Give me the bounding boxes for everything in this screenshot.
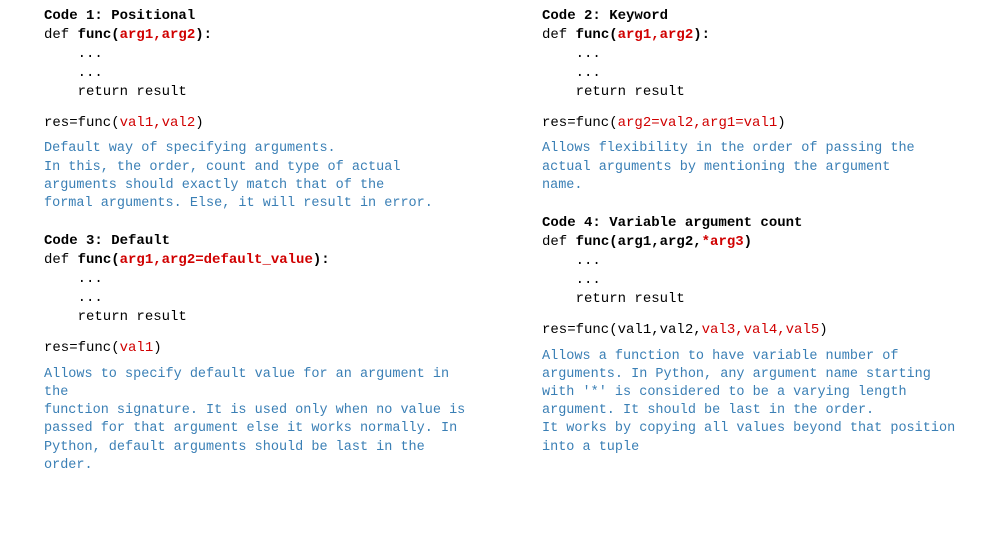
code3-call-suffix: ) bbox=[153, 340, 161, 356]
code2-block: Code 2: Keyword def func(arg1,arg2): ...… bbox=[514, 8, 984, 195]
code3-call: res=func(val1) bbox=[44, 339, 478, 358]
code4-close: ) bbox=[744, 234, 752, 250]
code4-body1: ... bbox=[542, 252, 976, 271]
code4-def-kw: def bbox=[542, 234, 576, 250]
code1-def-kw: def bbox=[44, 27, 78, 43]
code4-body3: return result bbox=[542, 290, 976, 309]
code3-fn-name: func bbox=[78, 252, 112, 268]
code4-call: res=func(val1,val2,val3,val4,val5) bbox=[542, 321, 976, 340]
code4-block: Code 4: Variable argument count def func… bbox=[514, 215, 984, 457]
right-column: Code 2: Keyword def func(arg1,arg2): ...… bbox=[514, 8, 984, 495]
code2-title: Code 2: Keyword bbox=[542, 8, 976, 24]
code4-def-line: def func(arg1,arg2,*arg3) bbox=[542, 233, 976, 252]
code1-body1: ... bbox=[44, 45, 478, 64]
code4-call-suffix: ) bbox=[819, 322, 827, 338]
code2-desc: Allows flexibility in the order of passi… bbox=[542, 140, 976, 195]
code4-body2: ... bbox=[542, 271, 976, 290]
code1-close: ): bbox=[195, 27, 212, 43]
code1-block: Code 1: Positional def func(arg1,arg2): … bbox=[16, 8, 486, 213]
code1-call: res=func(val1,val2) bbox=[44, 114, 478, 133]
code2-call-prefix: res=func( bbox=[542, 115, 618, 131]
code1-args: arg1,arg2 bbox=[120, 27, 196, 43]
code4-args-black: arg1,arg2, bbox=[618, 234, 702, 250]
code1-fn-name: func bbox=[78, 27, 112, 43]
code1-def-line: def func(arg1,arg2): bbox=[44, 26, 478, 45]
code2-call-suffix: ) bbox=[777, 115, 785, 131]
code4-args-red: *arg3 bbox=[702, 234, 744, 250]
code4-desc: Allows a function to have variable numbe… bbox=[542, 348, 976, 457]
code2-call-args: arg2=val2,arg1=val1 bbox=[618, 115, 778, 131]
code3-body1: ... bbox=[44, 270, 478, 289]
code2-body2: ... bbox=[542, 64, 976, 83]
code3-block: Code 3: Default def func(arg1,arg2=defau… bbox=[16, 233, 486, 475]
page: Code 1: Positional def func(arg1,arg2): … bbox=[0, 0, 1000, 503]
code1-desc: Default way of specifying arguments. In … bbox=[44, 140, 478, 213]
code2-body1: ... bbox=[542, 45, 976, 64]
code3-body2: ... bbox=[44, 289, 478, 308]
code4-call-args: val3,val4,val5 bbox=[702, 322, 820, 338]
code1-call-prefix: res=func( bbox=[44, 115, 120, 131]
code3-def-line: def func(arg1,arg2=default_value): bbox=[44, 251, 478, 270]
code2-def-kw: def bbox=[542, 27, 576, 43]
code1-title: Code 1: Positional bbox=[44, 8, 478, 24]
code1-body2: ... bbox=[44, 64, 478, 83]
code3-title: Code 3: Default bbox=[44, 233, 478, 249]
code2-fn-name: func bbox=[576, 27, 610, 43]
code1-call-args: val1,val2 bbox=[120, 115, 196, 131]
code3-def-kw: def bbox=[44, 252, 78, 268]
code3-desc: Allows to specify default value for an a… bbox=[44, 366, 478, 475]
code3-close: ): bbox=[313, 252, 330, 268]
code1-call-suffix: ) bbox=[195, 115, 203, 131]
code4-call-prefix: res=func(val1,val2, bbox=[542, 322, 702, 338]
code2-call: res=func(arg2=val2,arg1=val1) bbox=[542, 114, 976, 133]
code1-body3: return result bbox=[44, 83, 478, 102]
code3-call-args: val1 bbox=[120, 340, 154, 356]
code2-args: arg1,arg2 bbox=[618, 27, 694, 43]
code1-open: ( bbox=[111, 27, 119, 43]
code3-call-prefix: res=func( bbox=[44, 340, 120, 356]
code2-open: ( bbox=[609, 27, 617, 43]
code2-close: ): bbox=[693, 27, 710, 43]
left-column: Code 1: Positional def func(arg1,arg2): … bbox=[16, 8, 486, 495]
code4-open: ( bbox=[609, 234, 617, 250]
code4-title: Code 4: Variable argument count bbox=[542, 215, 976, 231]
code2-def-line: def func(arg1,arg2): bbox=[542, 26, 976, 45]
code2-body3: return result bbox=[542, 83, 976, 102]
code4-fn-name: func bbox=[576, 234, 610, 250]
code3-open: ( bbox=[111, 252, 119, 268]
code3-args: arg1,arg2=default_value bbox=[120, 252, 313, 268]
code3-body3: return result bbox=[44, 308, 478, 327]
